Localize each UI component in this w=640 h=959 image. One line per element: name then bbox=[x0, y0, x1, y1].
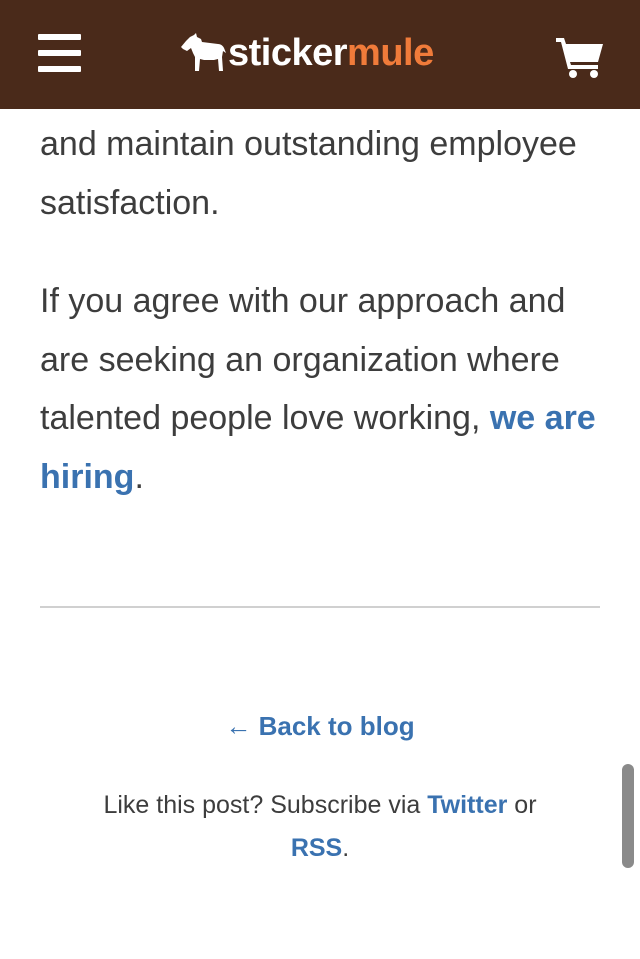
twitter-link[interactable]: Twitter bbox=[427, 791, 507, 819]
subscribe-prefix: Like this post? Subscribe via bbox=[103, 791, 428, 819]
back-to-blog-link[interactable]: ← Back to blog bbox=[225, 711, 414, 741]
hamburger-icon[interactable] bbox=[38, 33, 81, 73]
shopping-cart-icon[interactable] bbox=[556, 36, 604, 78]
logo[interactable]: sticker mule bbox=[180, 28, 434, 78]
article-paragraph: and maintain outstanding employee satisf… bbox=[40, 125, 577, 222]
paragraph-text: If you agree with our approach and are s… bbox=[40, 282, 566, 437]
subscribe-period: . bbox=[342, 834, 350, 862]
back-to-blog: ← Back to blog bbox=[0, 708, 640, 744]
article-paragraph-hiring: If you agree with our approach and are s… bbox=[40, 272, 600, 506]
scrollbar[interactable] bbox=[622, 764, 634, 868]
divider bbox=[40, 606, 600, 608]
logo-text-sticker: sticker bbox=[228, 32, 348, 74]
mule-icon bbox=[181, 33, 226, 71]
logo-text-mule: mule bbox=[347, 32, 434, 74]
site-header: sticker mule bbox=[0, 0, 640, 109]
rss-link[interactable]: RSS bbox=[291, 834, 342, 862]
subscribe-or: or bbox=[507, 791, 537, 819]
paragraph-period: . bbox=[134, 457, 144, 496]
subscribe-text: Like this post? Subscribe via Twitter or… bbox=[70, 784, 570, 870]
article-body: and maintain outstanding employee satisf… bbox=[40, 115, 600, 506]
